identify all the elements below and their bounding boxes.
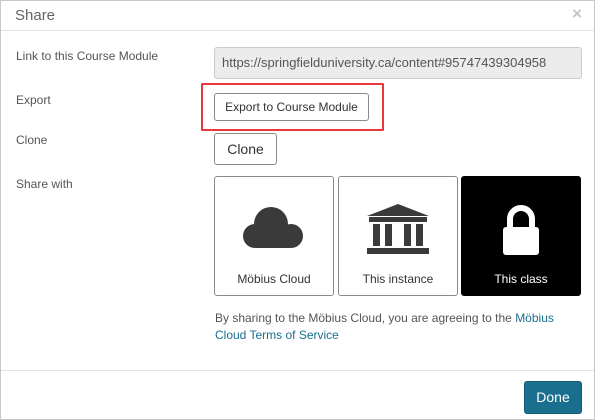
share-with-label: Share with (16, 177, 73, 191)
clone-label: Clone (16, 133, 48, 147)
footer-divider (1, 370, 594, 371)
dialog-header: Share × (1, 1, 594, 31)
institution-icon (339, 199, 457, 261)
share-dialog: Share × Link to this Course Module https… (0, 0, 595, 420)
lock-icon (462, 199, 580, 261)
share-option-label: This class (494, 272, 548, 286)
share-option-mobius-cloud[interactable]: Möbius Cloud (214, 176, 334, 296)
close-icon[interactable]: × (572, 5, 582, 23)
done-button[interactable]: Done (524, 381, 582, 414)
export-to-course-module-button[interactable]: Export to Course Module (214, 93, 369, 121)
share-option-label: This instance (362, 272, 434, 286)
dialog-title: Share (15, 7, 56, 24)
terms-note-text: By sharing to the Möbius Cloud, you are … (215, 311, 516, 325)
clone-button[interactable]: Clone (214, 133, 277, 165)
cloud-icon (215, 199, 333, 261)
link-url-field[interactable]: https://springfielduniversity.ca/content… (214, 47, 582, 79)
terms-note: By sharing to the Möbius Cloud, you are … (215, 310, 585, 344)
export-label: Export (16, 93, 51, 107)
link-label: Link to this Course Module (16, 49, 159, 63)
share-option-this-class[interactable]: This class (461, 176, 581, 296)
share-option-label: Möbius Cloud (237, 272, 311, 286)
share-option-this-instance[interactable]: This instance (338, 176, 458, 296)
